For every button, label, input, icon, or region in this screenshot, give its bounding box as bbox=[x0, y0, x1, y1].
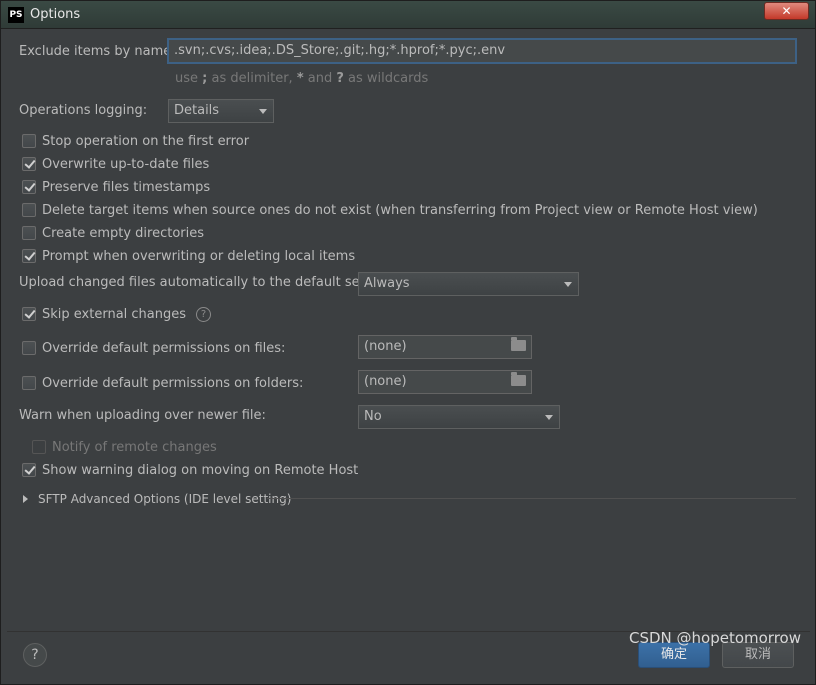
exclude-hint: use ; as delimiter, * and ? as wildcards bbox=[175, 71, 429, 86]
options-dialog: PS Options ✕ Exclude items by name: .svn… bbox=[0, 0, 816, 685]
upload-dropdown[interactable]: Always bbox=[358, 272, 579, 296]
checkbox-skip-external[interactable]: Skip external changes ? bbox=[22, 305, 212, 323]
checkbox-label: Delete target items when source ones do … bbox=[42, 202, 758, 218]
checkbox-box[interactable] bbox=[22, 203, 36, 217]
checkbox-label: Override default permissions on folders: bbox=[42, 375, 304, 391]
title-bar: PS Options ✕ bbox=[1, 1, 815, 29]
checkbox-show-warning[interactable]: Show warning dialog on moving on Remote … bbox=[22, 461, 358, 479]
perm-files-value: (none) bbox=[364, 339, 407, 354]
checkbox-label: Notify of remote changes bbox=[52, 439, 217, 455]
checkbox-label: Stop operation on the first error bbox=[42, 133, 250, 149]
sftp-separator bbox=[267, 498, 796, 499]
warn-newer-label: Warn when uploading over newer file: bbox=[19, 408, 266, 423]
checkbox-label: Override default permissions on files: bbox=[42, 340, 286, 356]
checkbox-label: Preserve files timestamps bbox=[42, 179, 211, 195]
exclude-label: Exclude items by name: bbox=[19, 44, 176, 59]
checkbox-overwrite-up-to-date[interactable]: Overwrite up-to-date files bbox=[22, 155, 209, 173]
sftp-advanced-label: SFTP Advanced Options (IDE level setting… bbox=[38, 492, 292, 506]
checkbox-box[interactable] bbox=[22, 463, 36, 477]
warn-newer-dropdown[interactable]: No bbox=[358, 405, 560, 429]
checkbox-stop-on-error[interactable]: Stop operation on the first error bbox=[22, 132, 249, 150]
checkbox-box bbox=[32, 440, 46, 454]
sftp-advanced-toggle[interactable]: SFTP Advanced Options (IDE level setting… bbox=[23, 490, 291, 508]
chevron-down-icon bbox=[545, 415, 553, 420]
upload-value: Always bbox=[364, 276, 410, 291]
help-icon[interactable]: ? bbox=[196, 306, 212, 322]
operations-logging-dropdown[interactable]: Details bbox=[168, 99, 274, 123]
dialog-content: Exclude items by name: .svn;.cvs;.idea;.… bbox=[7, 29, 810, 679]
upload-label: Upload changed files automatically to th… bbox=[19, 275, 387, 290]
checkbox-box[interactable] bbox=[22, 249, 36, 263]
checkbox-delete-target-items[interactable]: Delete target items when source ones do … bbox=[22, 201, 758, 219]
checkbox-override-perm-folders[interactable]: Override default permissions on folders: bbox=[22, 374, 303, 392]
close-button[interactable]: ✕ bbox=[764, 2, 809, 20]
checkbox-preserve-timestamps[interactable]: Preserve files timestamps bbox=[22, 178, 210, 196]
pycharm-app-icon: PS bbox=[8, 7, 24, 23]
checkbox-label: Create empty directories bbox=[42, 225, 205, 241]
checkbox-label: Prompt when overwriting or deleting loca… bbox=[42, 248, 356, 264]
checkbox-label: Show warning dialog on moving on Remote … bbox=[42, 462, 359, 478]
chevron-down-icon bbox=[564, 282, 572, 287]
checkbox-notify-remote: Notify of remote changes bbox=[32, 438, 217, 456]
folder-icon[interactable] bbox=[511, 372, 526, 386]
checkbox-prompt-overwrite[interactable]: Prompt when overwriting or deleting loca… bbox=[22, 247, 355, 265]
perm-folders-field[interactable]: (none) bbox=[358, 370, 532, 394]
checkbox-box[interactable] bbox=[22, 307, 36, 321]
checkbox-box[interactable] bbox=[22, 226, 36, 240]
operations-logging-value: Details bbox=[174, 103, 220, 118]
checkbox-box[interactable] bbox=[22, 341, 36, 355]
checkbox-box[interactable] bbox=[22, 134, 36, 148]
warn-newer-value: No bbox=[364, 409, 382, 424]
exclude-input[interactable]: .svn;.cvs;.idea;.DS_Store;.git;.hg;*.hpr… bbox=[167, 38, 797, 64]
perm-folders-value: (none) bbox=[364, 374, 407, 389]
folder-icon[interactable] bbox=[511, 337, 526, 351]
checkbox-box[interactable] bbox=[22, 376, 36, 390]
checkbox-label: Skip external changes bbox=[42, 306, 187, 322]
window-title: Options bbox=[30, 7, 81, 22]
help-button[interactable]: ? bbox=[23, 643, 47, 667]
checkbox-label: Overwrite up-to-date files bbox=[42, 156, 210, 172]
checkbox-override-perm-files[interactable]: Override default permissions on files: bbox=[22, 339, 285, 357]
checkbox-box[interactable] bbox=[22, 180, 36, 194]
perm-files-field[interactable]: (none) bbox=[358, 335, 532, 359]
checkbox-box[interactable] bbox=[22, 157, 36, 171]
operations-logging-label: Operations logging: bbox=[19, 103, 148, 118]
chevron-down-icon bbox=[259, 109, 267, 114]
checkbox-create-empty-dirs[interactable]: Create empty directories bbox=[22, 224, 204, 242]
expand-arrow-icon bbox=[23, 495, 28, 503]
watermark: CSDN @hopetomorrow bbox=[628, 629, 801, 647]
